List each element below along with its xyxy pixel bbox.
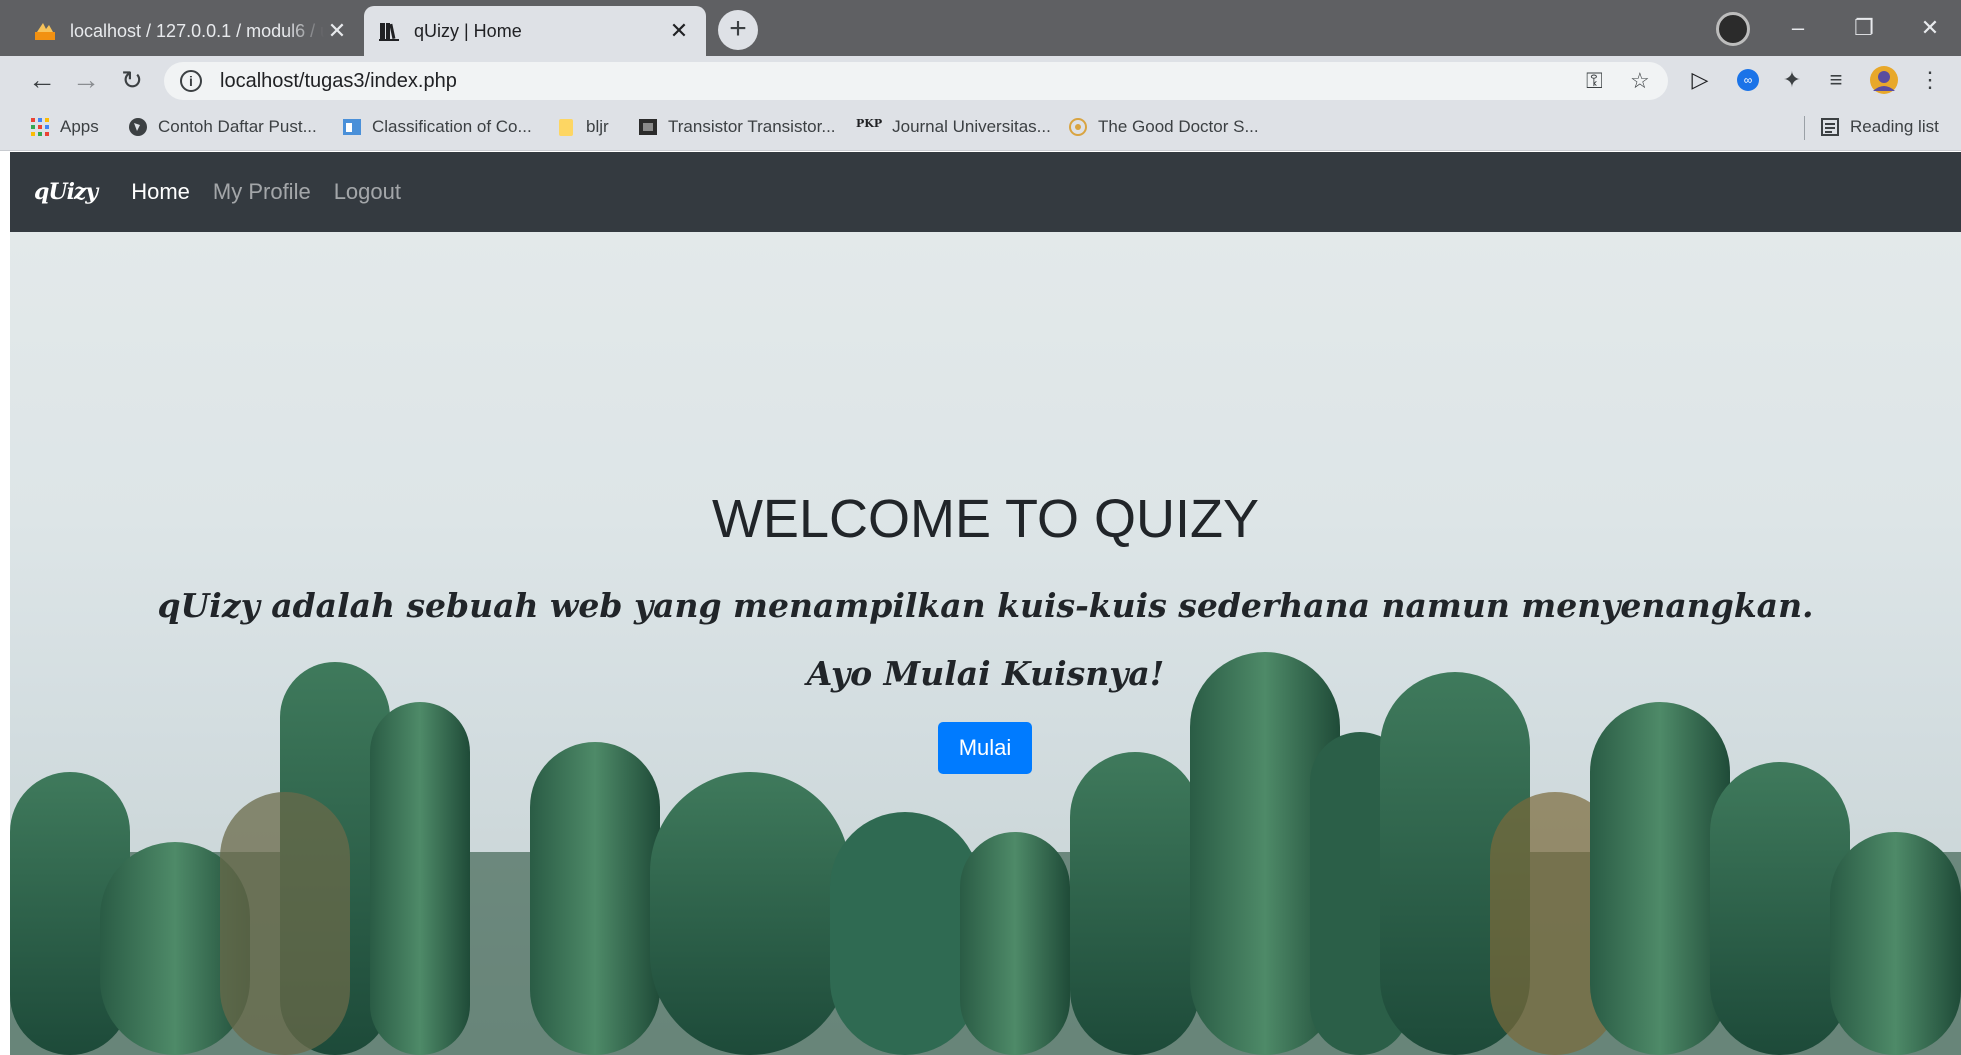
tab-quizy-home[interactable]: qUizy | Home ✕ (364, 6, 706, 56)
puzzle-extensions-icon[interactable]: ✦ (1774, 62, 1810, 98)
reading-list-button[interactable]: Reading list (1820, 112, 1939, 142)
bookmark-journal[interactable]: PKP Journal Universitas... (856, 112, 1051, 142)
nav-link-logout[interactable]: Logout (334, 179, 401, 205)
minimize-icon[interactable]: – (1768, 8, 1828, 48)
profile-avatar-icon[interactable] (1866, 62, 1902, 98)
new-tab-button[interactable]: + (718, 10, 758, 50)
tab-strip: localhost / 127.0.0.1 / modul6 / u ✕ qUi… (0, 0, 1961, 56)
bookmark-label: The Good Doctor S... (1098, 117, 1259, 136)
hero-subtitle-line2: Ayo Mulai Kuisnya! (806, 654, 1165, 693)
bookmarks-bar: Apps Contoh Daftar Pust... Classificatio… (0, 104, 1961, 151)
address-bar[interactable]: i localhost/tugas3/index.php (164, 62, 1668, 100)
nav-link-home[interactable]: Home (131, 179, 190, 205)
bookmark-label: Journal Universitas... (892, 117, 1051, 136)
site-navbar: qUizy Home My Profile Logout (10, 152, 1961, 232)
reload-icon[interactable]: ↻ (114, 62, 150, 98)
browser-toolbar: ← → ↻ i localhost/tugas3/index.php ⚿ ☆ ▷… (0, 56, 1961, 104)
apps-grid-icon (31, 118, 49, 136)
brand-logo[interactable]: qUizy (34, 179, 98, 205)
forward-icon[interactable]: → (68, 62, 104, 98)
chrome-menu-icon[interactable]: ⋮ (1912, 62, 1948, 98)
bookmark-label: Transistor Transistor... (668, 117, 836, 136)
globe-icon (129, 118, 147, 136)
hero-subtitle-line1: qUizy adalah sebuah web yang menampilkan… (157, 586, 1814, 625)
bookmarks-divider (1804, 116, 1805, 140)
bookmark-star-icon[interactable]: ☆ (1630, 62, 1650, 100)
bookmark-contoh-daftar[interactable]: Contoh Daftar Pust... (128, 112, 317, 142)
bookmark-label: Apps (60, 117, 99, 136)
nav-link-my-profile[interactable]: My Profile (213, 179, 311, 205)
tab-phpmyadmin[interactable]: localhost / 127.0.0.1 / modul6 / u ✕ (20, 6, 364, 56)
bookmark-label: Classification of Co... (372, 117, 532, 136)
bookmark-good-doctor[interactable]: The Good Doctor S... (1068, 112, 1259, 142)
bookmark-apps[interactable]: Apps (30, 112, 99, 142)
tab-title: qUizy | Home (414, 20, 522, 41)
bookmark-label: Contoh Daftar Pust... (158, 117, 317, 136)
tab-close-icon[interactable]: ✕ (324, 18, 350, 44)
chrome-profile-icon[interactable] (1716, 12, 1750, 46)
hero-subtitle: qUizy adalah sebuah web yang menampilkan… (10, 572, 1961, 708)
reading-list-label: Reading list (1850, 117, 1939, 136)
hero-section: WELCOME TO QUIZY qUizy adalah sebuah web… (10, 232, 1961, 1055)
media-control-icon[interactable]: ≡ (1818, 62, 1854, 98)
mulai-button[interactable]: Mulai (938, 722, 1032, 774)
folder-icon (559, 119, 573, 136)
good-doctor-favicon-icon (1069, 118, 1087, 136)
cast-extension-icon[interactable]: ▷ (1682, 62, 1718, 98)
bookmark-transistor[interactable]: Transistor Transistor... (638, 112, 836, 142)
hero-title: WELCOME TO QUIZY (711, 489, 1260, 549)
bookmark-label: bljr (586, 117, 609, 136)
tab-close-icon[interactable]: ✕ (666, 18, 692, 44)
site-info-icon[interactable]: i (180, 70, 202, 92)
bookmark-bljr[interactable]: bljr (556, 112, 609, 142)
address-url: localhost/tugas3/index.php (220, 69, 457, 92)
bookmark-classification[interactable]: Classification of Co... (342, 112, 532, 142)
reading-list-icon (1821, 118, 1839, 136)
key-icon[interactable]: ⚿ (1586, 62, 1603, 100)
transistor-favicon-icon (639, 119, 657, 135)
close-window-icon[interactable]: ✕ (1900, 8, 1960, 48)
site-favicon-icon (343, 119, 361, 135)
phpmyadmin-favicon-icon (35, 23, 55, 40)
book-favicon-icon (379, 23, 399, 41)
back-icon[interactable]: ← (24, 62, 60, 98)
svg-text:∞: ∞ (1744, 73, 1753, 87)
tab-title: localhost / 127.0.0.1 / modul6 / u (70, 20, 324, 41)
pkp-favicon-icon: PKP (856, 117, 883, 130)
infinity-extension-icon[interactable]: ∞ (1730, 62, 1766, 98)
web-page: qUizy Home My Profile Logout WELCOME TO … (10, 152, 1961, 1055)
restore-icon[interactable]: ❐ (1834, 8, 1894, 48)
